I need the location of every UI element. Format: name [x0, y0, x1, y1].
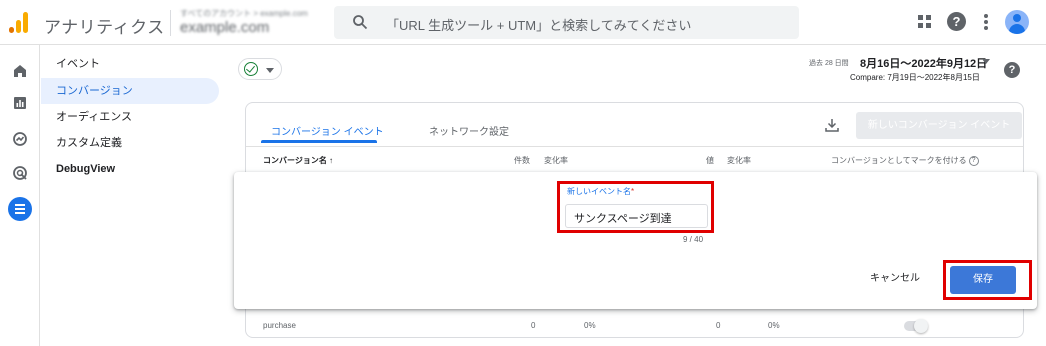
tab-conversion-events[interactable]: コンバージョン イベント — [271, 123, 384, 138]
column-header-count-change: 変化率 — [544, 156, 568, 165]
check-circle-icon — [244, 62, 258, 76]
row-value-change: 0% — [768, 321, 780, 330]
column-header-value: 値 — [706, 156, 714, 165]
home-icon[interactable] — [10, 61, 30, 81]
date-range-picker[interactable]: 8月16日～2022年9月12日 — [860, 55, 987, 71]
explore-icon[interactable] — [10, 129, 30, 149]
row-count-change: 0% — [584, 321, 596, 330]
left-rail — [0, 45, 40, 346]
new-event-dialog: 新しいイベント名* サンクスページ到達 9 / 40 キャンセル 保存 — [234, 172, 1037, 309]
date-range-label: 過去 28 日間 — [809, 60, 849, 67]
subnav-item-conversions[interactable]: コンバージョン — [41, 78, 219, 104]
column-header-count: 件数 — [514, 156, 530, 165]
active-tab-indicator — [261, 140, 377, 143]
configure-subnav: イベント コンバージョン オーディエンス カスタム定義 DebugView — [41, 45, 235, 346]
account-avatar[interactable] — [1005, 10, 1029, 34]
apps-grid-icon[interactable] — [915, 12, 935, 32]
subnav-item-audiences[interactable]: オーディエンス — [41, 104, 219, 130]
account-name[interactable]: すべてのアカウント > example.com — [180, 8, 308, 19]
reports-icon[interactable] — [10, 93, 30, 113]
column-header-name[interactable]: コンバージョン名 ↑ — [263, 155, 333, 166]
search-icon — [353, 15, 368, 30]
help-icon[interactable]: ? — [1004, 62, 1020, 78]
chevron-down-icon[interactable] — [982, 59, 990, 64]
help-icon[interactable]: ? — [947, 12, 966, 31]
character-counter: 9 / 40 — [683, 235, 704, 244]
chevron-down-icon — [266, 68, 274, 73]
more-vert-icon[interactable] — [976, 12, 996, 32]
compare-range: Compare: 7月19日～2022年8月15日 — [850, 73, 980, 82]
required-mark: * — [631, 187, 635, 196]
subnav-item-events[interactable]: イベント — [41, 51, 219, 77]
event-name-input[interactable]: サンクスページ到達 — [565, 204, 708, 228]
download-icon[interactable] — [824, 117, 840, 133]
new-conversion-event-button[interactable]: 新しいコンバージョン イベント — [856, 112, 1022, 139]
subnav-item-custom-definitions[interactable]: カスタム定義 — [41, 130, 219, 156]
save-button[interactable]: 保存 — [950, 266, 1016, 294]
tab-network-settings[interactable]: ネットワーク設定 — [429, 123, 509, 138]
advertising-icon[interactable] — [10, 163, 30, 183]
top-app-bar: アナリティクス すべてのアカウント > example.com example.… — [0, 0, 1046, 45]
mark-as-conversion-toggle[interactable] — [904, 319, 928, 333]
column-header-value-change: 変化率 — [727, 156, 751, 165]
row-name: purchase — [263, 321, 296, 330]
row-count: 0 — [531, 321, 536, 330]
help-outline-icon[interactable]: ? — [968, 155, 979, 166]
property-selector[interactable]: example.com — [180, 19, 269, 36]
event-name-label: 新しいイベント名* — [567, 186, 634, 197]
column-header-mark-label: コンバージョンとしてマークを付ける — [831, 156, 967, 165]
event-name-label-text: 新しいイベント名 — [567, 187, 631, 196]
column-header-mark-as-conversion: コンバージョンとしてマークを付ける? — [831, 155, 979, 166]
data-status-chip[interactable] — [238, 58, 282, 80]
header-divider — [170, 10, 171, 36]
search-placeholder: 「URL 生成ツール + UTM」と検索してみてください — [386, 18, 692, 33]
divider — [246, 146, 1023, 147]
configure-icon[interactable] — [8, 197, 32, 221]
row-value: 0 — [716, 321, 721, 330]
cancel-button[interactable]: キャンセル — [870, 269, 920, 284]
app-title: アナリティクス — [44, 18, 165, 37]
analytics-logo-icon[interactable] — [9, 11, 31, 33]
search-bar[interactable]: 「URL 生成ツール + UTM」と検索してみてください — [334, 6, 799, 39]
subnav-item-debugview[interactable]: DebugView — [41, 156, 219, 182]
